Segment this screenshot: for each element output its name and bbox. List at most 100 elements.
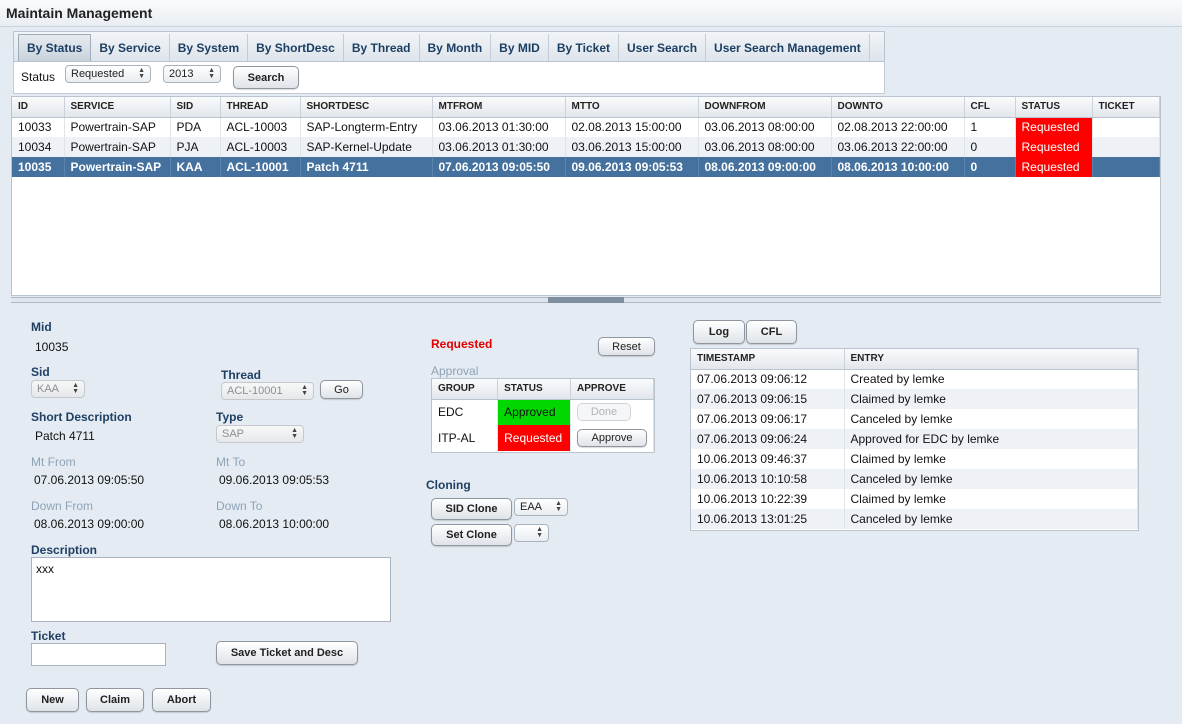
sid-select[interactable]: KAA ▲ ▼: [31, 380, 85, 398]
column-header[interactable]: SHORTDESC: [300, 97, 433, 118]
thread-select[interactable]: ACL-10001 ▲ ▼: [221, 382, 314, 400]
column-header[interactable]: SID: [170, 97, 221, 118]
set-clone-button[interactable]: Set Clone: [431, 524, 512, 546]
table-row: EDC Approved Done: [432, 399, 654, 425]
log-entry: Canceled by lemke: [844, 509, 1138, 529]
mtfrom-label: Mt From: [31, 455, 76, 469]
cell: SAP-Longterm-Entry: [300, 117, 433, 137]
sid-clone-value: EAA: [520, 501, 543, 513]
cell: [1092, 117, 1160, 137]
cell: 03.06.2013 22:00:00: [831, 137, 965, 157]
reset-button[interactable]: Reset: [598, 337, 655, 356]
sid-clone-button[interactable]: SID Clone: [431, 498, 512, 520]
tab-by-status[interactable]: By Status: [18, 34, 92, 61]
shortdesc-label: Short Description: [31, 410, 132, 424]
tab-by-shortdesc[interactable]: By ShortDesc: [248, 34, 344, 61]
type-select[interactable]: SAP ▲ ▼: [216, 425, 304, 443]
list-item: 07.06.2013 09:06:17 Canceled by lemke: [691, 409, 1138, 429]
mtto-label: Mt To: [216, 455, 246, 469]
tab-by-mid[interactable]: By MID: [491, 34, 549, 61]
cfl-tab-button[interactable]: CFL: [746, 320, 797, 344]
updown-arrows-icon: ▲ ▼: [536, 526, 543, 539]
approval-table: GROUP STATUS APPROVE EDC Approved Done I…: [431, 378, 655, 453]
cell: 0: [964, 137, 1016, 157]
column-header[interactable]: MTTO: [565, 97, 699, 118]
tab-by-system[interactable]: By System: [170, 34, 249, 61]
column-header[interactable]: DOWNTO: [831, 97, 965, 118]
table-row-selected[interactable]: 10035 Powertrain-SAP KAA ACL-10001 Patch…: [12, 157, 1160, 177]
tab-by-month[interactable]: By Month: [420, 34, 492, 61]
log-timestamp: 07.06.2013 09:06:15: [691, 389, 845, 409]
description-textarea[interactable]: xxx: [31, 557, 391, 622]
column-header[interactable]: DOWNFROM: [698, 97, 832, 118]
column-header[interactable]: TICKET: [1092, 97, 1160, 118]
status-badge: Requested: [1015, 117, 1093, 137]
log-entry: Claimed by lemke: [844, 489, 1138, 509]
year-select-value: 2013: [169, 68, 194, 80]
claim-button[interactable]: Claim: [86, 688, 144, 712]
log-tab-button[interactable]: Log: [693, 320, 745, 344]
log-table: TIMESTAMP ENTRY 07.06.2013 09:06:12 Creat…: [690, 348, 1139, 531]
column-header: APPROVE: [570, 379, 654, 400]
year-select[interactable]: 2013 ▲ ▼: [163, 65, 221, 83]
cell: [1092, 137, 1160, 157]
column-header[interactable]: MTFROM: [432, 97, 566, 118]
cell: 03.06.2013 01:30:00: [432, 137, 566, 157]
cell: Powertrain-SAP: [64, 137, 171, 157]
cell: Approve: [570, 425, 654, 451]
ticket-label: Ticket: [31, 629, 66, 643]
split-grip-handle[interactable]: [548, 297, 624, 303]
new-button[interactable]: New: [26, 688, 79, 712]
cell: ACL-10003: [220, 137, 301, 157]
log-timestamp: 10.06.2013 10:10:58: [691, 469, 845, 489]
cell: 09.06.2013 09:05:53: [565, 157, 699, 177]
go-button[interactable]: Go: [320, 380, 363, 399]
cell: 0: [964, 157, 1016, 177]
description-label: Description: [31, 543, 98, 557]
cell: 07.06.2013 09:05:50: [432, 157, 566, 177]
cell: 02.08.2013 22:00:00: [831, 117, 965, 137]
sid-clone-select[interactable]: EAA ▲ ▼: [514, 498, 568, 516]
approval-label: Approval: [431, 364, 479, 378]
status-badge: Approved: [497, 399, 571, 425]
table-row: ITP-AL Requested Approve: [432, 425, 654, 451]
tab-by-thread[interactable]: By Thread: [344, 34, 420, 61]
log-entry: Created by lemke: [844, 369, 1138, 389]
search-button[interactable]: Search: [233, 66, 299, 89]
tab-bar: By Status By Service By System By ShortD…: [13, 31, 885, 62]
tab-user-search-management[interactable]: User Search Management: [706, 34, 870, 61]
column-header: GROUP: [432, 379, 499, 400]
log-timestamp: 10.06.2013 13:01:25: [691, 509, 845, 529]
done-button[interactable]: Done: [577, 403, 631, 422]
tab-user-search[interactable]: User Search: [619, 34, 707, 61]
log-entry: Claimed by lemke: [844, 449, 1138, 469]
column-header[interactable]: SERVICE: [64, 97, 171, 118]
table-row[interactable]: 10034 Powertrain-SAP PJA ACL-10003 SAP-K…: [12, 137, 1160, 157]
table-row[interactable]: 10033 Powertrain-SAP PDA ACL-10003 SAP-L…: [12, 117, 1160, 137]
ticket-input[interactable]: [31, 643, 166, 666]
type-select-value: SAP: [222, 428, 245, 440]
column-header[interactable]: TIMESTAMP: [691, 349, 845, 370]
sid-label: Sid: [31, 365, 50, 379]
status-select[interactable]: Requested ▲ ▼: [65, 65, 151, 83]
list-item: 07.06.2013 09:06:15 Claimed by lemke: [691, 389, 1138, 409]
set-clone-select[interactable]: ▲ ▼: [514, 524, 549, 542]
save-ticket-desc-button[interactable]: Save Ticket and Desc: [216, 641, 358, 665]
cell: 08.06.2013 10:00:00: [831, 157, 965, 177]
column-header[interactable]: STATUS: [1015, 97, 1093, 118]
cell: Powertrain-SAP: [64, 117, 171, 137]
column-header[interactable]: ENTRY: [844, 349, 1138, 370]
approve-button[interactable]: Approve: [577, 429, 647, 447]
abort-button[interactable]: Abort: [152, 688, 211, 712]
column-header[interactable]: CFL: [964, 97, 1016, 118]
cell: Patch 4711: [300, 157, 433, 177]
tab-by-ticket[interactable]: By Ticket: [549, 34, 619, 61]
tab-by-service[interactable]: By Service: [91, 34, 170, 61]
status-filter-label: Status: [21, 70, 56, 84]
status-badge: Requested: [1015, 137, 1093, 157]
mtto-value: 09.06.2013 09:05:53: [219, 473, 330, 487]
column-header[interactable]: ID: [12, 97, 65, 118]
column-header[interactable]: THREAD: [220, 97, 301, 118]
cell: 02.08.2013 15:00:00: [565, 117, 699, 137]
sid-select-value: KAA: [37, 383, 60, 395]
